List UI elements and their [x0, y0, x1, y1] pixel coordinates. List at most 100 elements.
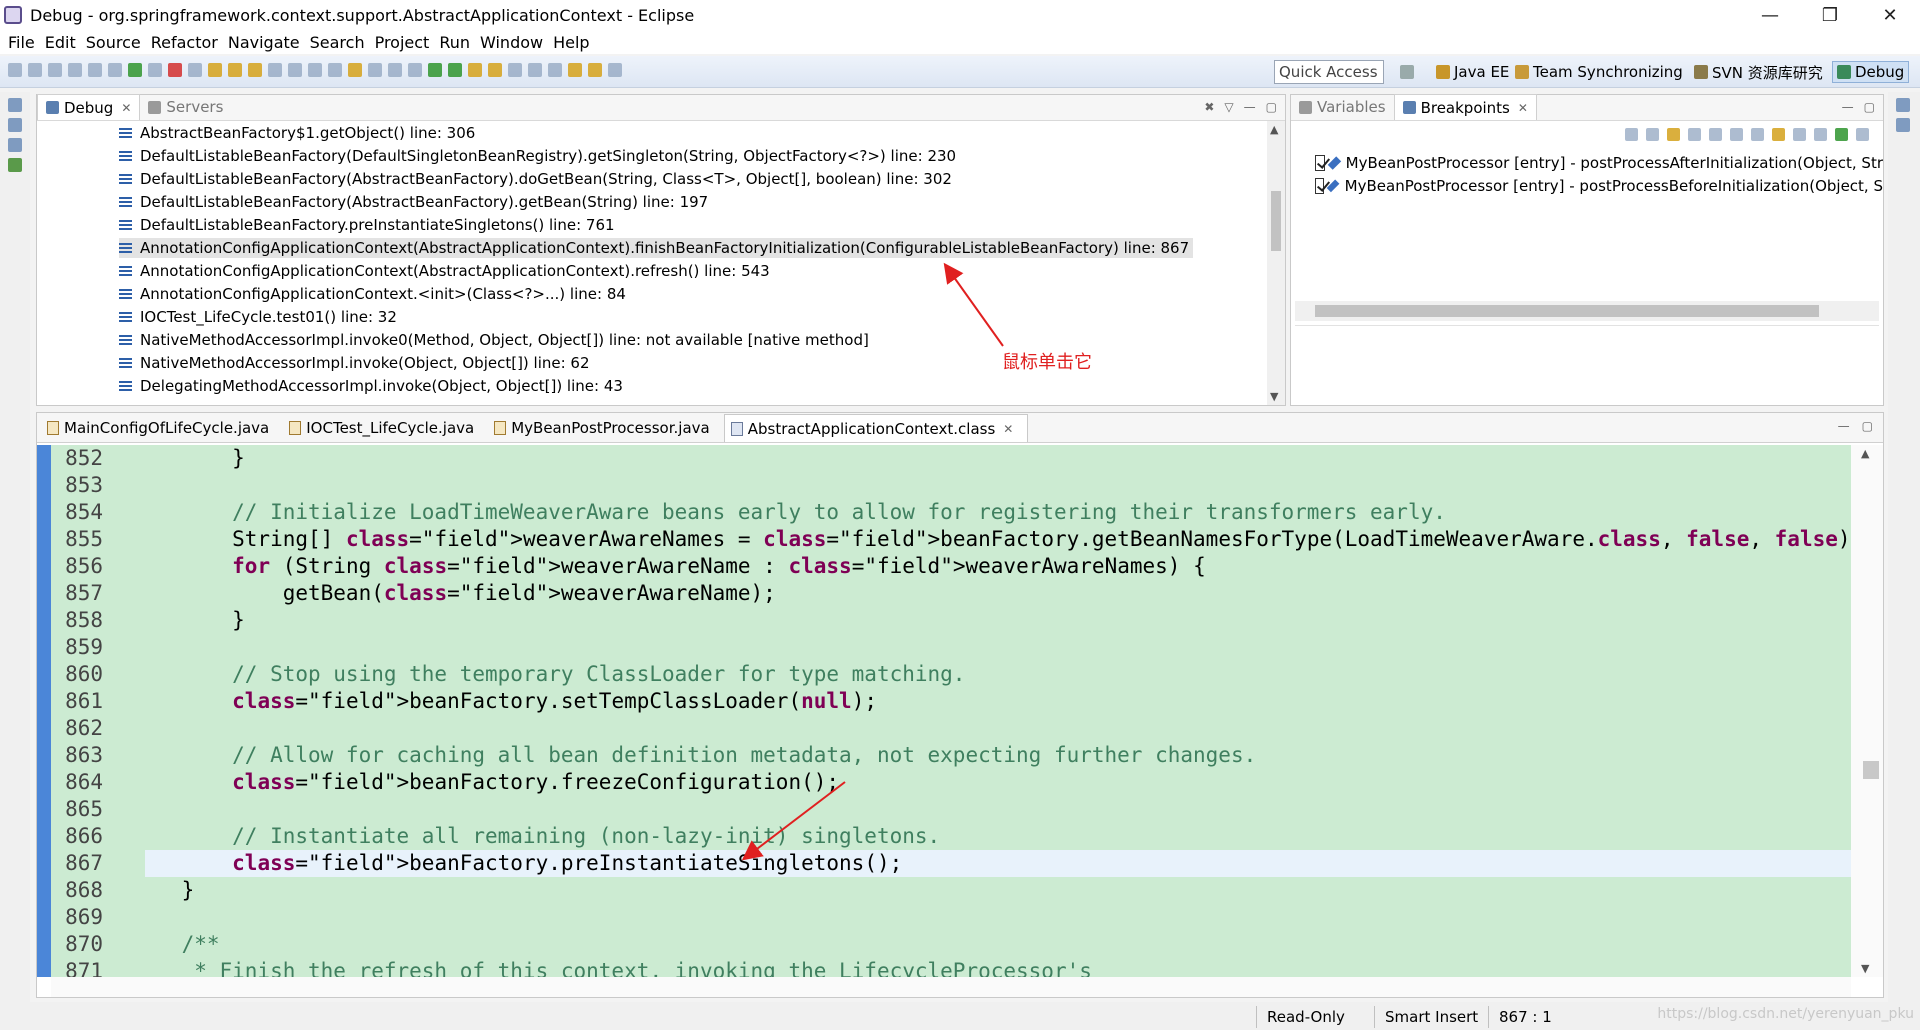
remove-breakpoint-icon[interactable] [1625, 128, 1638, 141]
new-icon[interactable] [8, 63, 22, 77]
breakpoint-enabled-checkbox[interactable] [1315, 177, 1325, 194]
editor-tab[interactable]: MyBeanPostProcessor.java [488, 414, 724, 442]
stack-frame[interactable]: AbstractBeanFactory$1.getObject() line: … [37, 121, 1267, 144]
scroll-thumb[interactable] [1863, 761, 1879, 779]
restore-right-view-icon[interactable] [1896, 98, 1910, 112]
disconnect-icon[interactable] [188, 63, 202, 77]
menu-search[interactable]: Search [308, 33, 373, 52]
minimize-view-icon[interactable]: — [1244, 100, 1256, 114]
editor-tab[interactable]: IOCTest_LifeCycle.java [283, 414, 488, 442]
save-all-icon[interactable] [68, 63, 82, 77]
step-into-icon[interactable] [208, 63, 222, 77]
minimize-view-icon[interactable]: — [1842, 100, 1854, 114]
maximize-editor-icon[interactable]: ▢ [1862, 419, 1873, 433]
code-line[interactable]: 870 /** [51, 931, 1851, 958]
skip-breakpoints-icon[interactable] [108, 63, 122, 77]
code-line[interactable]: 852 } [51, 445, 1851, 472]
perspective-java-ee[interactable]: Java EE [1436, 61, 1509, 83]
breakpoint-item[interactable]: MyBeanPostProcessor [entry] - postProces… [1315, 174, 1883, 197]
menu-help[interactable]: Help [551, 33, 597, 52]
menu-source[interactable]: Source [84, 33, 149, 52]
remove-terminated-icon[interactable]: ✖ [1204, 100, 1214, 114]
resume-icon[interactable] [128, 63, 142, 77]
tab-servers[interactable]: Servers [140, 94, 231, 120]
step-over-icon[interactable] [228, 63, 242, 77]
expand-all-icon[interactable] [1730, 128, 1743, 141]
code-line[interactable]: 857 getBean(class="field">weaverAwareNam… [51, 580, 1851, 607]
perspective-svn[interactable]: SVN 资源库研究 [1694, 61, 1823, 83]
close-button[interactable]: ✕ [1860, 0, 1920, 30]
close-icon[interactable]: ✕ [1518, 101, 1528, 115]
skip-all-breakpoints-icon[interactable] [1709, 128, 1722, 141]
go-to-file-icon[interactable] [1688, 128, 1701, 141]
code-line[interactable]: 864 class="field">beanFactory.freezeConf… [51, 769, 1851, 796]
stack-frame[interactable]: AnnotationConfigApplicationContext(Abstr… [37, 259, 1267, 282]
breakpoint-detail-pane[interactable] [1295, 325, 1879, 401]
editor-horizontal-scrollbar[interactable] [51, 977, 1851, 997]
previous-annotation-icon[interactable] [548, 63, 562, 77]
console-icon[interactable] [8, 118, 22, 132]
run-external-tools-icon[interactable] [448, 63, 462, 77]
debug-dropdown-icon[interactable] [408, 63, 422, 77]
code-line[interactable]: 862 [51, 715, 1851, 742]
code-line[interactable]: 871 * Finish the refresh of this context… [51, 958, 1851, 977]
open-folder-icon[interactable] [468, 63, 482, 77]
outline-icon[interactable] [8, 158, 22, 172]
breakpoint-enabled-checkbox[interactable] [1315, 154, 1325, 171]
code-area[interactable]: 852 } 853 854 // Initialize LoadTimeWeaver… [37, 445, 1851, 977]
quick-access-input[interactable]: Quick Access [1274, 60, 1384, 84]
tab-variables[interactable]: Variables [1291, 94, 1394, 120]
code-line[interactable]: 856 for (String class="field">weaverAwar… [51, 553, 1851, 580]
maximize-view-icon[interactable]: ▢ [1864, 100, 1875, 114]
step-return-icon[interactable] [248, 63, 262, 77]
scroll-down-icon[interactable]: ▼ [1270, 390, 1278, 403]
block-selection-icon[interactable] [368, 63, 382, 77]
outline-view-icon[interactable] [1896, 118, 1910, 132]
code-line[interactable]: 865 [51, 796, 1851, 823]
code-line[interactable]: 859 [51, 634, 1851, 661]
code-line[interactable]: 867 class="field">beanFactory.preInstant… [51, 850, 1851, 877]
menu-window[interactable]: Window [478, 33, 551, 52]
add-java-exception-breakpoint-icon[interactable] [1793, 128, 1806, 141]
stack-frame[interactable]: DefaultListableBeanFactory(AbstractBeanF… [37, 167, 1267, 190]
stack-frame[interactable]: IOCTest_LifeCycle.test01() line: 32 [37, 305, 1267, 328]
suspend-icon[interactable] [148, 63, 162, 77]
next-annotation-icon[interactable] [528, 63, 542, 77]
stack-frame[interactable]: DefaultListableBeanFactory(AbstractBeanF… [37, 190, 1267, 213]
minimize-button[interactable]: — [1740, 0, 1800, 30]
stack-frame[interactable]: DefaultListableBeanFactory(DefaultSingle… [37, 144, 1267, 167]
menu-navigate[interactable]: Navigate [226, 33, 308, 52]
link-with-debug-view-icon[interactable] [1772, 128, 1785, 141]
code-line[interactable]: 854 // Initialize LoadTimeWeaverAware be… [51, 499, 1851, 526]
back-icon[interactable] [588, 63, 602, 77]
stack-frame[interactable]: DefaultListableBeanFactory.preInstantiat… [37, 213, 1267, 236]
stack-frame[interactable]: DelegatingMethodAccessorImpl.invoke(Obje… [37, 374, 1267, 397]
menu-file[interactable]: File [6, 33, 43, 52]
menu-project[interactable]: Project [373, 33, 438, 52]
code-line[interactable]: 853 [51, 472, 1851, 499]
close-icon[interactable]: ✕ [1003, 422, 1013, 436]
menu-run[interactable]: Run [437, 33, 478, 52]
scroll-thumb[interactable] [1271, 191, 1281, 251]
restore-view-icon[interactable] [8, 98, 22, 112]
run-icon[interactable] [428, 63, 442, 77]
editor-tab-active[interactable]: AbstractApplicationContext.class ✕ [723, 414, 1029, 442]
breakpoint-item[interactable]: MyBeanPostProcessor [entry] - postProces… [1315, 151, 1883, 174]
export-breakpoints-icon[interactable] [1835, 128, 1848, 141]
stack-frame[interactable]: AnnotationConfigApplicationContext.<init… [37, 282, 1267, 305]
last-edit-location-icon[interactable] [568, 63, 582, 77]
save-icon[interactable] [48, 63, 62, 77]
search-icon[interactable] [508, 63, 522, 77]
open-perspective-button[interactable] [1400, 61, 1418, 83]
breakpoints-horizontal-scrollbar[interactable] [1295, 301, 1879, 321]
open-type-icon[interactable] [308, 63, 322, 77]
drop-to-frame-icon[interactable] [268, 63, 282, 77]
forward-icon[interactable] [608, 63, 622, 77]
tab-breakpoints[interactable]: Breakpoints ✕ [1393, 94, 1537, 120]
open-task-icon[interactable] [488, 63, 502, 77]
code-line[interactable]: 866 // Instantiate all remaining (non-la… [51, 823, 1851, 850]
restore-button[interactable]: ❐ [1800, 0, 1860, 30]
code-line[interactable]: 858 } [51, 607, 1851, 634]
use-step-filters-icon[interactable] [288, 63, 302, 77]
scroll-up-icon[interactable]: ▲ [1861, 447, 1869, 460]
